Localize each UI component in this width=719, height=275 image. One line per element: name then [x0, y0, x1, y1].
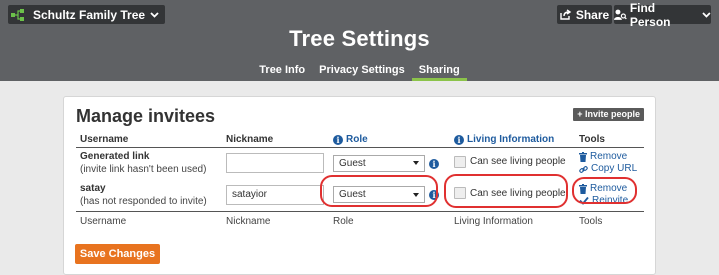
- invitee-status: (has not responded to invite): [80, 195, 207, 207]
- find-person-button[interactable]: Find Person: [614, 1, 711, 29]
- share-icon: [560, 9, 572, 20]
- tab-sharing[interactable]: Sharing: [411, 63, 467, 81]
- living-checkbox[interactable]: Can see living people: [454, 187, 566, 200]
- invitees-table: Username Nickname i Role i Living Informat…: [76, 133, 644, 232]
- copy-url-link[interactable]: Copy URL: [579, 163, 640, 175]
- link-icon: [579, 165, 588, 173]
- nickname-input[interactable]: [226, 184, 324, 205]
- checkbox-box[interactable]: [454, 187, 466, 200]
- tree-icon: [11, 8, 24, 21]
- caret-down-icon: [413, 161, 419, 166]
- footer-username: Username: [80, 216, 127, 228]
- living-checkbox[interactable]: Can see living people: [454, 155, 566, 168]
- share-label: Share: [575, 7, 610, 22]
- role-cell: Guest i: [329, 147, 450, 179]
- invitee-name: satay: [80, 182, 106, 194]
- invitee-status: (invite link hasn't been used): [80, 164, 207, 176]
- remove-link[interactable]: Remove: [579, 151, 640, 163]
- col-username: Username: [76, 133, 222, 148]
- footer-living: Living Information: [454, 216, 533, 228]
- person-search-icon: [614, 9, 627, 20]
- col-tools: Tools: [575, 133, 644, 148]
- col-living-information[interactable]: i Living Information: [450, 133, 575, 148]
- col-nickname: Nickname: [222, 133, 329, 148]
- check-icon: [579, 197, 589, 206]
- reinvite-link[interactable]: Reinvite: [579, 195, 640, 207]
- username-cell: satay (has not responded to invite): [76, 179, 222, 212]
- page-title: Tree Settings: [289, 26, 430, 51]
- role-select[interactable]: Guest: [333, 186, 425, 204]
- invite-people-button[interactable]: + Invite people: [573, 108, 644, 121]
- tree-name: Schultz Family Tree: [33, 7, 146, 22]
- username-cell: Generated link (invite link hasn't been …: [76, 147, 222, 179]
- manage-invitees-card: Manage invitees + Invite people Username…: [63, 96, 656, 275]
- table-row: Generated link (invite link hasn't been …: [76, 147, 644, 179]
- chevron-down-icon: [150, 11, 159, 18]
- living-cell: Can see living people: [450, 147, 575, 179]
- nickname-cell: [222, 147, 329, 179]
- tab-tree-info[interactable]: Tree Info: [252, 63, 312, 81]
- table-footer-row: Username Nickname Role Living Informatio…: [76, 211, 644, 232]
- info-icon[interactable]: i: [429, 158, 439, 169]
- footer-role: Role: [333, 216, 354, 228]
- settings-tabs: Tree Info Privacy Settings Sharing: [0, 63, 719, 81]
- info-icon[interactable]: i: [333, 135, 343, 146]
- role-select[interactable]: Guest: [333, 154, 425, 172]
- save-changes-button[interactable]: Save Changes: [75, 244, 160, 264]
- checkbox-label: Can see living people: [470, 187, 566, 199]
- info-icon[interactable]: i: [429, 190, 439, 201]
- app-header: Schultz Family Tree Share Find Person Tr…: [0, 0, 719, 81]
- checkbox-label: Can see living people: [470, 156, 566, 168]
- footer-nickname: Nickname: [226, 216, 271, 228]
- tree-selector-button[interactable]: Schultz Family Tree: [8, 5, 166, 24]
- footer-tools: Tools: [579, 216, 603, 228]
- checkbox-box[interactable]: [454, 155, 466, 168]
- nickname-cell: [222, 179, 329, 212]
- role-value: Guest: [339, 189, 366, 201]
- card-title: Manage invitees: [76, 106, 216, 126]
- tools-cell: Remove Reinvite: [575, 179, 644, 212]
- living-cell: Can see living people: [450, 179, 575, 212]
- nickname-input[interactable]: [226, 153, 324, 174]
- col-role[interactable]: i Role: [329, 133, 450, 148]
- tab-privacy-settings[interactable]: Privacy Settings: [312, 63, 412, 81]
- share-button[interactable]: Share: [557, 5, 612, 24]
- caret-down-icon: [413, 192, 419, 197]
- tools-cell: Remove Copy URL: [575, 147, 644, 179]
- table-row: satay (has not responded to invite) Gues…: [76, 179, 644, 212]
- info-icon[interactable]: i: [454, 135, 464, 146]
- trash-icon: [579, 183, 587, 194]
- invitee-name: Generated link: [80, 151, 150, 163]
- table-header-row: Username Nickname i Role i Living Informat…: [76, 133, 644, 148]
- chevron-down-icon: [702, 11, 711, 18]
- find-person-label: Find Person: [629, 0, 671, 29]
- role-value: Guest: [339, 157, 366, 169]
- remove-link[interactable]: Remove: [579, 183, 640, 195]
- role-cell: Guest i: [329, 179, 450, 212]
- trash-icon: [579, 152, 587, 163]
